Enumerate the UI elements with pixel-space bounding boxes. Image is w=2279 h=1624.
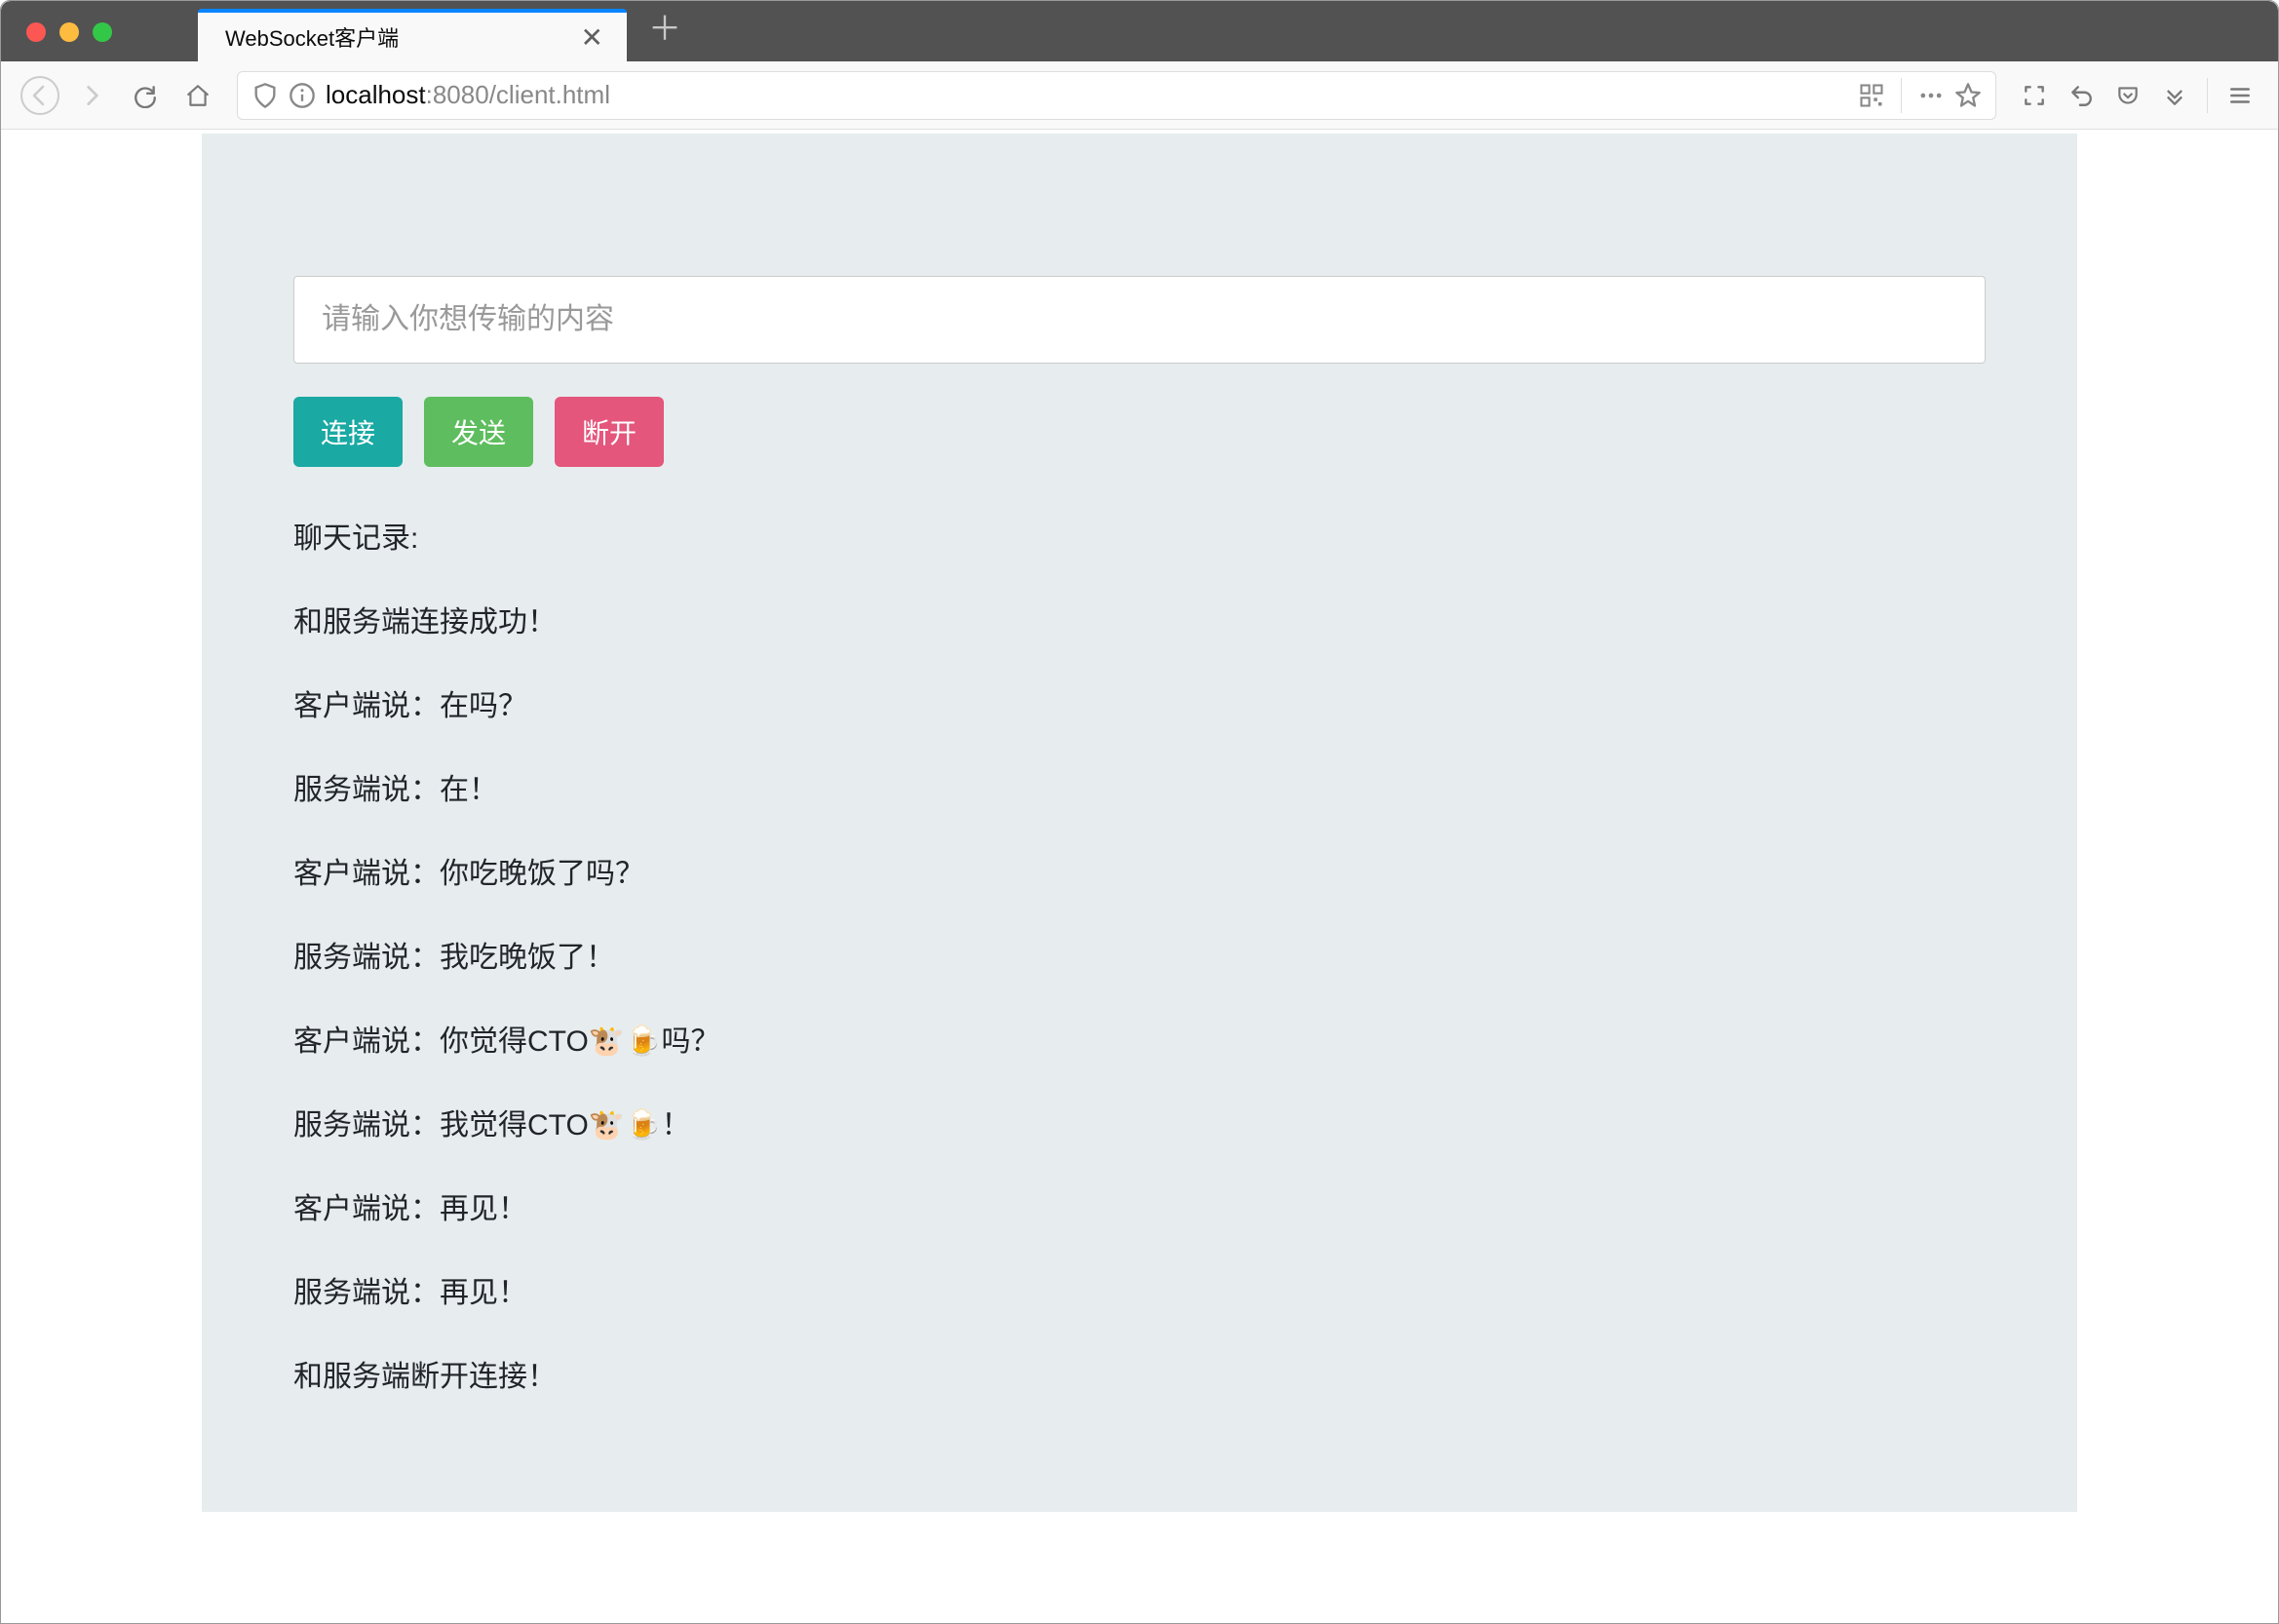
chat-log-line: 服务端说：在！ [293,765,1986,808]
window-controls [26,22,112,42]
menu-icon[interactable] [2220,75,2260,116]
info-icon[interactable] [289,82,316,109]
url-host: localhost [326,80,426,109]
window-maximize-button[interactable] [93,22,112,42]
bookmark-star-icon[interactable] [1954,82,1982,109]
shield-icon[interactable] [251,82,279,109]
url-bar[interactable]: localhost:8080/client.html [237,71,1996,120]
reload-icon [133,83,158,108]
tab-title: WebSocket客户端 [225,21,399,53]
new-tab-button[interactable]: ＋ [648,2,681,50]
url-port: :8080 [426,80,489,109]
chat-panel: 连接 发送 断开 聊天记录: 和服务端连接成功！ 客户端说：在吗？ 服务端说：在… [202,134,2077,1512]
qr-icon[interactable] [1858,82,1885,109]
chat-log-line: 服务端说：再见！ [293,1268,1986,1311]
separator [1901,78,1902,113]
screenshot-icon[interactable] [2014,75,2055,116]
browser-tab[interactable]: WebSocket客户端 ✕ [198,9,627,61]
window-close-button[interactable] [26,22,46,42]
chat-log-line: 客户端说：你觉得CTO🐮🍺吗？ [293,1017,1986,1060]
window-minimize-button[interactable] [59,22,79,42]
tab-bar: WebSocket客户端 ✕ ＋ [1,1,2278,61]
chat-log-line: 客户端说：在吗？ [293,681,1986,724]
send-button[interactable]: 发送 [424,397,533,467]
undo-icon[interactable] [2061,75,2102,116]
forward-icon [80,83,105,108]
toolbar-icons [2014,75,2260,116]
forward-button[interactable] [71,74,114,117]
home-button[interactable] [176,74,219,117]
button-row: 连接 发送 断开 [293,397,1986,467]
page-viewport: 连接 发送 断开 聊天记录: 和服务端连接成功！ 客户端说：在吗？ 服务端说：在… [1,130,2278,1623]
chat-log-title: 聊天记录: [293,514,1986,557]
url-text: localhost:8080/client.html [326,80,1848,110]
back-button[interactable] [19,74,61,117]
chat-log-line: 客户端说：你吃晚饭了吗？ [293,849,1986,892]
pocket-icon[interactable] [2107,75,2148,116]
chat-log-line: 客户端说：再见！ [293,1184,1986,1227]
chat-log-line: 和服务端断开连接！ [293,1352,1986,1395]
browser-window: WebSocket客户端 ✕ ＋ localhost:8080/client.h… [0,0,2279,1624]
tab-close-icon[interactable]: ✕ [575,21,609,54]
browser-toolbar: localhost:8080/client.html [1,61,2278,130]
home-icon [185,83,211,108]
disconnect-button[interactable]: 断开 [555,397,664,467]
url-path: /client.html [489,80,610,109]
back-icon [19,75,60,116]
chat-log-line: 服务端说：我觉得CTO🐮🍺！ [293,1101,1986,1143]
chat-log-line: 和服务端连接成功！ [293,598,1986,640]
connect-button[interactable]: 连接 [293,397,403,467]
reload-button[interactable] [124,74,167,117]
chat-log-line: 服务端说：我吃晚饭了！ [293,933,1986,976]
overflow-icon[interactable] [2154,75,2195,116]
message-input[interactable] [293,276,1986,364]
separator [2207,78,2208,113]
more-icon[interactable] [1917,82,1945,109]
